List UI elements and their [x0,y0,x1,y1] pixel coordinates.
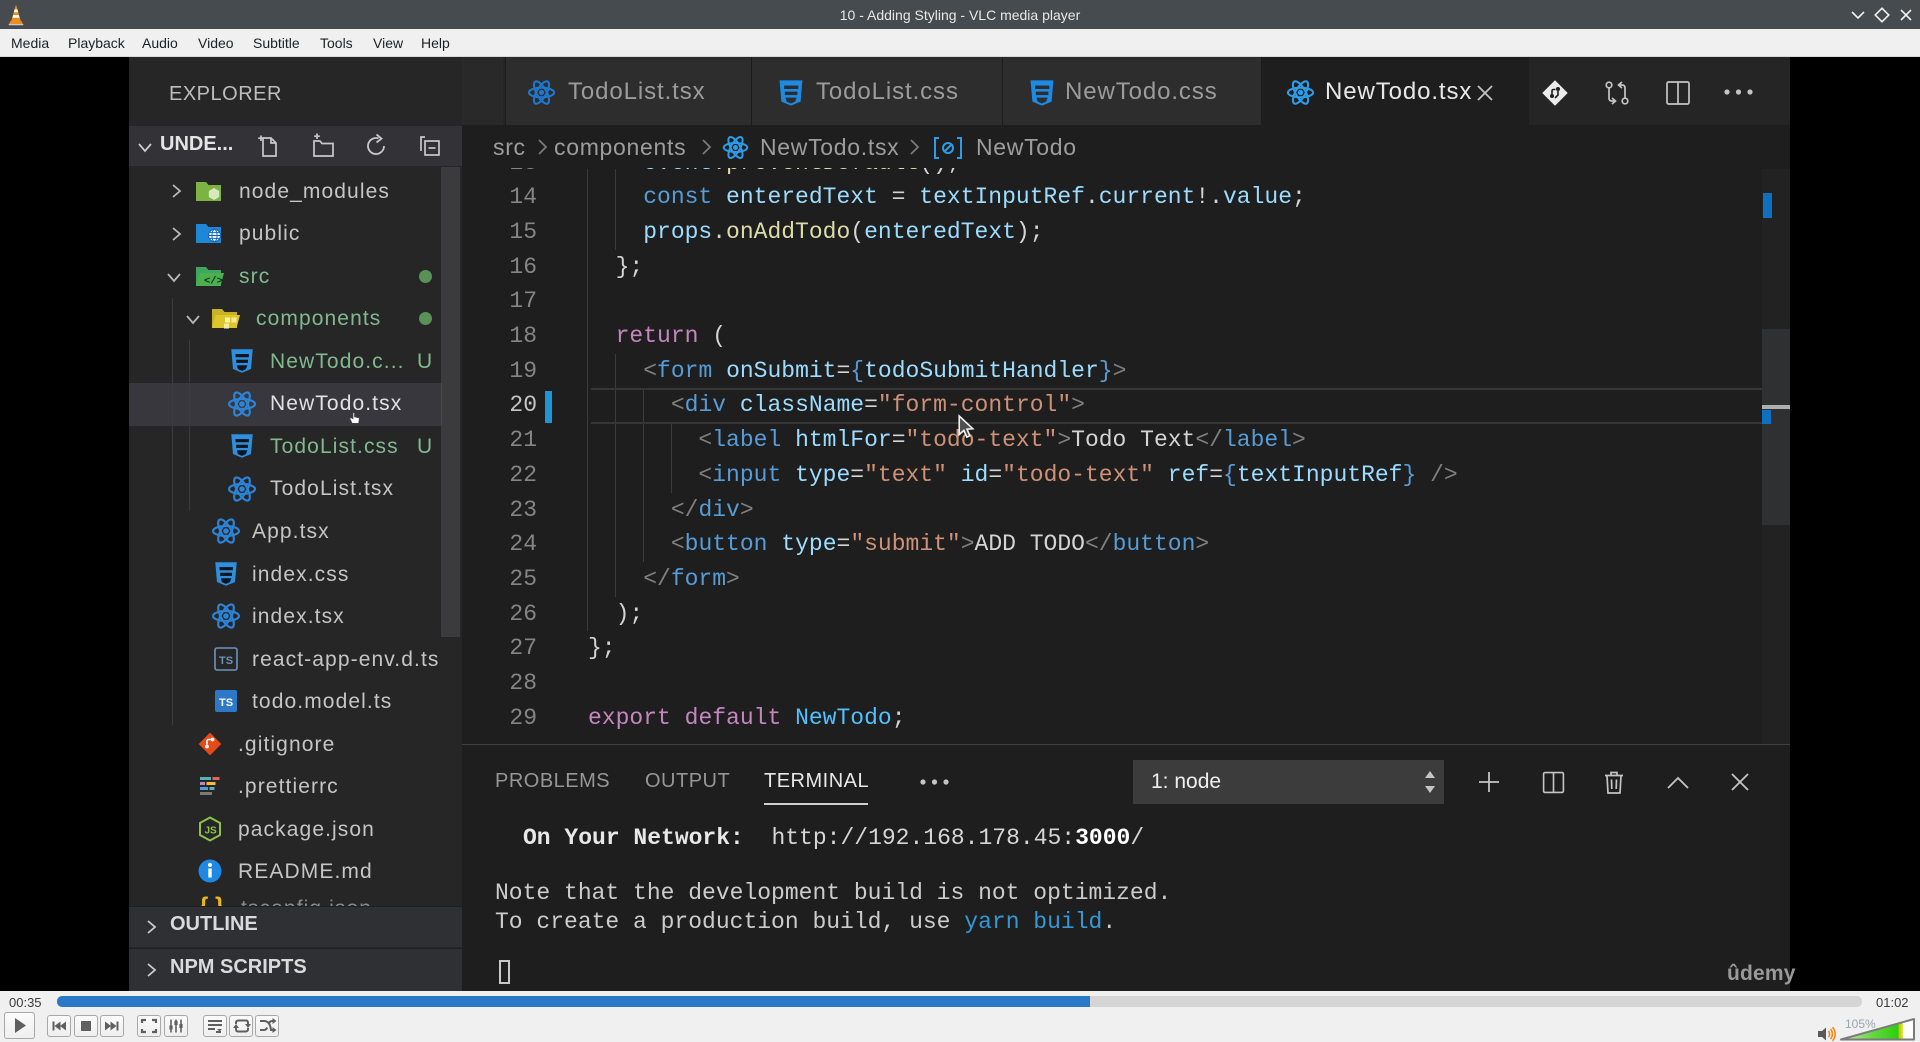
svg-text:TS: TS [219,697,233,709]
svg-text:TS: TS [219,655,233,667]
svg-text:JS: JS [205,826,218,837]
svg-text:</>: </> [204,276,223,288]
